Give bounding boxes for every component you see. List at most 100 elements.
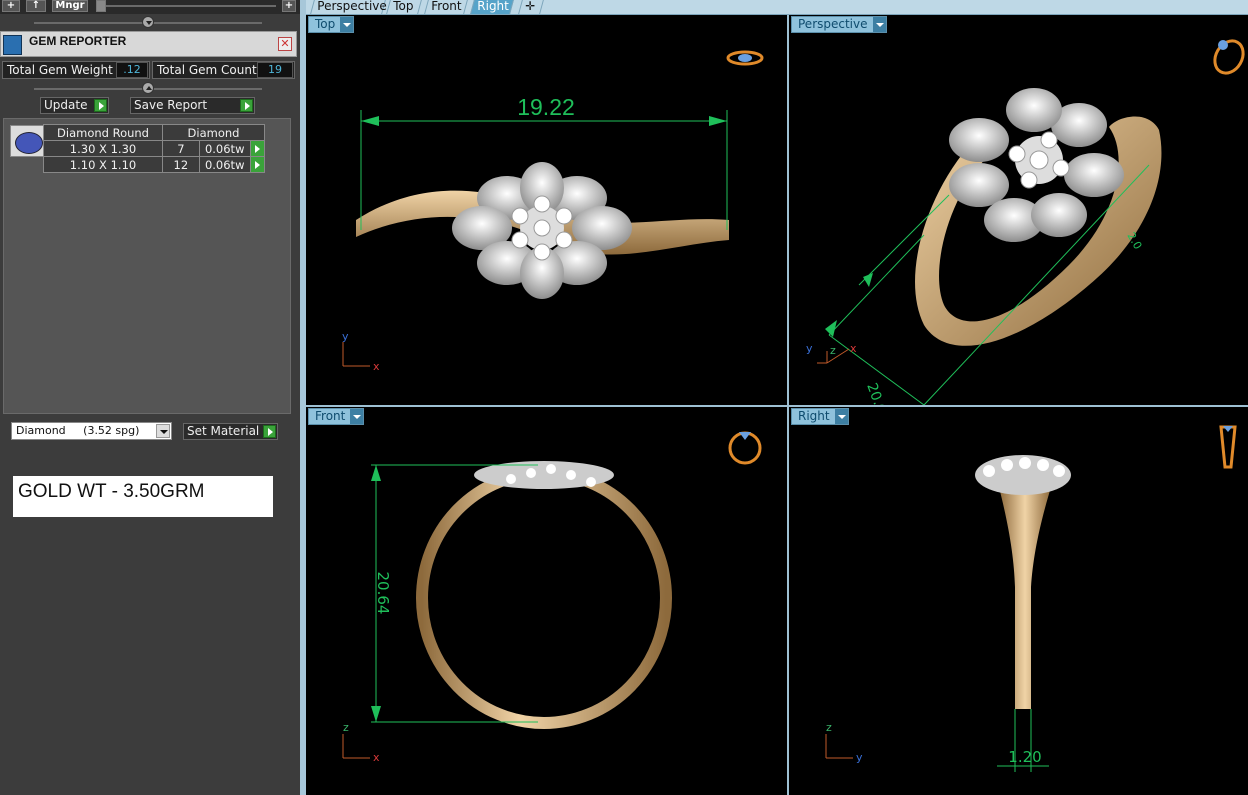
viewport-perspective[interactable]: 20.64 2.0 y z x Perspective (789, 15, 1248, 405)
manager-button[interactable]: Mngr (52, 0, 88, 12)
ring-band-shape (416, 467, 672, 729)
save-report-label: Save Report (134, 98, 208, 112)
gem-table-header-material: Diamond (162, 124, 265, 141)
set-material-label: Set Material (187, 424, 260, 438)
dim-arrow-right (709, 116, 727, 126)
expand-toggle-icon[interactable] (142, 82, 154, 94)
tab-top[interactable]: Top (386, 0, 422, 14)
front-view-render: 20.64 z x (342, 431, 762, 764)
chevron-down-icon[interactable] (340, 17, 354, 32)
gem-weight-cell: 0.06tw (198, 156, 251, 173)
close-icon[interactable]: ✕ (278, 37, 292, 51)
flower-side-shape (975, 455, 1071, 495)
table-row[interactable]: 1.10 X 1.10 12 0.06tw (43, 156, 266, 173)
tab-perspective[interactable]: Perspective (310, 0, 387, 14)
axis-x-label: x (373, 751, 380, 764)
viewport-right[interactable]: 1.20 z y Right (789, 407, 1248, 795)
dimension-label: 1.20 (1008, 748, 1041, 766)
tab-label: Right (477, 0, 509, 13)
dim-arrow-bottom (371, 706, 381, 722)
gem-weight-cell: 0.06tw (198, 140, 251, 157)
ring-top-thumbnail-icon (726, 50, 764, 66)
table-row[interactable]: 1.30 X 1.30 7 0.06tw (43, 140, 266, 157)
gem-list-area: Diamond Round Diamond 1.30 X 1.30 7 0.06… (3, 118, 291, 414)
axis-z-label: z (826, 721, 832, 734)
ring-band-shape (999, 487, 1051, 709)
chevron-down-icon[interactable] (872, 17, 886, 32)
axis-x-label: x (850, 342, 857, 355)
material-select[interactable]: Diamond (3.52 spg) (11, 422, 172, 440)
zoom-slider-handle[interactable] (96, 0, 106, 12)
right-view-render: 1.20 z y (825, 425, 1237, 772)
gem-reporter-icon (3, 35, 22, 55)
dim-arrow-left (361, 116, 379, 126)
collapse-toggle-icon[interactable] (142, 16, 154, 28)
chevron-down-icon[interactable] (156, 424, 170, 438)
viewport-front[interactable]: 20.64 z x Front (306, 407, 787, 795)
gem-size-cell: 1.30 X 1.30 (43, 140, 163, 157)
dim-line-diag-4 (923, 164, 1150, 405)
tab-label: Perspective (317, 0, 387, 13)
gem-reporter-title: GEM REPORTER (29, 34, 127, 48)
update-go-icon[interactable] (94, 99, 107, 112)
gem-table-header-shape: Diamond Round (43, 124, 163, 141)
gem-table-header: Diamond Round Diamond (43, 124, 265, 141)
save-report-go-icon[interactable] (240, 99, 253, 112)
row-go-icon[interactable] (249, 140, 266, 157)
viewport-horizontal-splitter[interactable] (306, 405, 1248, 407)
viewport-perspective-label[interactable]: Perspective (791, 16, 887, 33)
gem-reporter-header: GEM REPORTER ✕ (0, 31, 297, 57)
plus-button[interactable]: + (282, 0, 296, 12)
axis-z-label: z (343, 721, 349, 734)
tab-label: Front (431, 0, 462, 13)
dimension-label: 19.22 (517, 94, 575, 120)
update-label: Update (44, 98, 88, 112)
update-button[interactable]: Update (40, 97, 109, 114)
chevron-down-icon[interactable] (834, 409, 848, 424)
gem-reporter-panel: + ↑ Mngr + GEM REPORTER ✕ Total Gem Weig… (0, 0, 300, 795)
set-material-go-icon[interactable] (263, 425, 276, 438)
viewport-right-label-text: Right (798, 409, 830, 423)
viewport-front-label-text: Front (315, 409, 346, 423)
viewport-top[interactable]: 19.22 y x Top (306, 15, 787, 405)
viewport-right-label[interactable]: Right (791, 408, 849, 425)
total-gem-count-text: Total Gem Count (157, 63, 257, 77)
gem-count-cell: 7 (162, 140, 200, 157)
gem-size-cell: 1.10 X 1.10 (43, 156, 163, 173)
viewport-front-label[interactable]: Front (308, 408, 365, 425)
axis-y-label: y (806, 342, 813, 355)
save-report-button[interactable]: Save Report (130, 97, 255, 114)
viewport-top-label[interactable]: Top (308, 16, 355, 33)
flower-head-shape (452, 162, 632, 299)
axis-y-label: y (856, 751, 863, 764)
gem-table: Diamond Round Diamond 1.30 X 1.30 7 0.06… (43, 124, 266, 173)
viewport-top-label-text: Top (315, 17, 336, 31)
add-button[interactable]: + (2, 0, 20, 12)
tab-front[interactable]: Front (424, 0, 468, 14)
gold-weight-note: GOLD WT - 3.50GRM (13, 476, 273, 517)
chevron-down-icon[interactable] (350, 409, 364, 424)
top-toolbar: + ↑ Mngr + (0, 0, 300, 14)
gem-count-cell: 12 (162, 156, 200, 173)
row-go-icon[interactable] (249, 156, 266, 173)
axis-x-label: x (373, 360, 380, 373)
diamond-round-thumbnail[interactable] (10, 125, 44, 157)
tab-label: Top (393, 0, 414, 13)
ring-side-thumbnail-icon (1219, 425, 1237, 469)
tab-right[interactable]: Right (470, 0, 514, 14)
viewport-tabbar: Perspective Top Front Right ✛ (306, 0, 1248, 15)
perspective-view-render: 20.64 2.0 y z x (806, 39, 1245, 405)
material-select-value: Diamond (3.52 spg) (16, 424, 140, 437)
dim-line-diag-1 (828, 234, 925, 336)
zoom-slider-track[interactable] (98, 5, 276, 7)
up-arrow-button[interactable]: ↑ (26, 0, 46, 12)
dimension-label: 20.64 (863, 381, 892, 405)
total-gem-weight-text: Total Gem Weight (7, 63, 113, 77)
total-gem-count-value: 19 (257, 62, 293, 78)
dim-arrow-top (371, 465, 381, 481)
flower-head-shape (949, 88, 1124, 242)
tab-add[interactable]: ✛ (518, 0, 544, 14)
total-gem-weight-value: .12 (116, 62, 148, 78)
ring-perspective-thumbnail-icon (1213, 39, 1245, 75)
set-material-button[interactable]: Set Material (183, 423, 278, 440)
